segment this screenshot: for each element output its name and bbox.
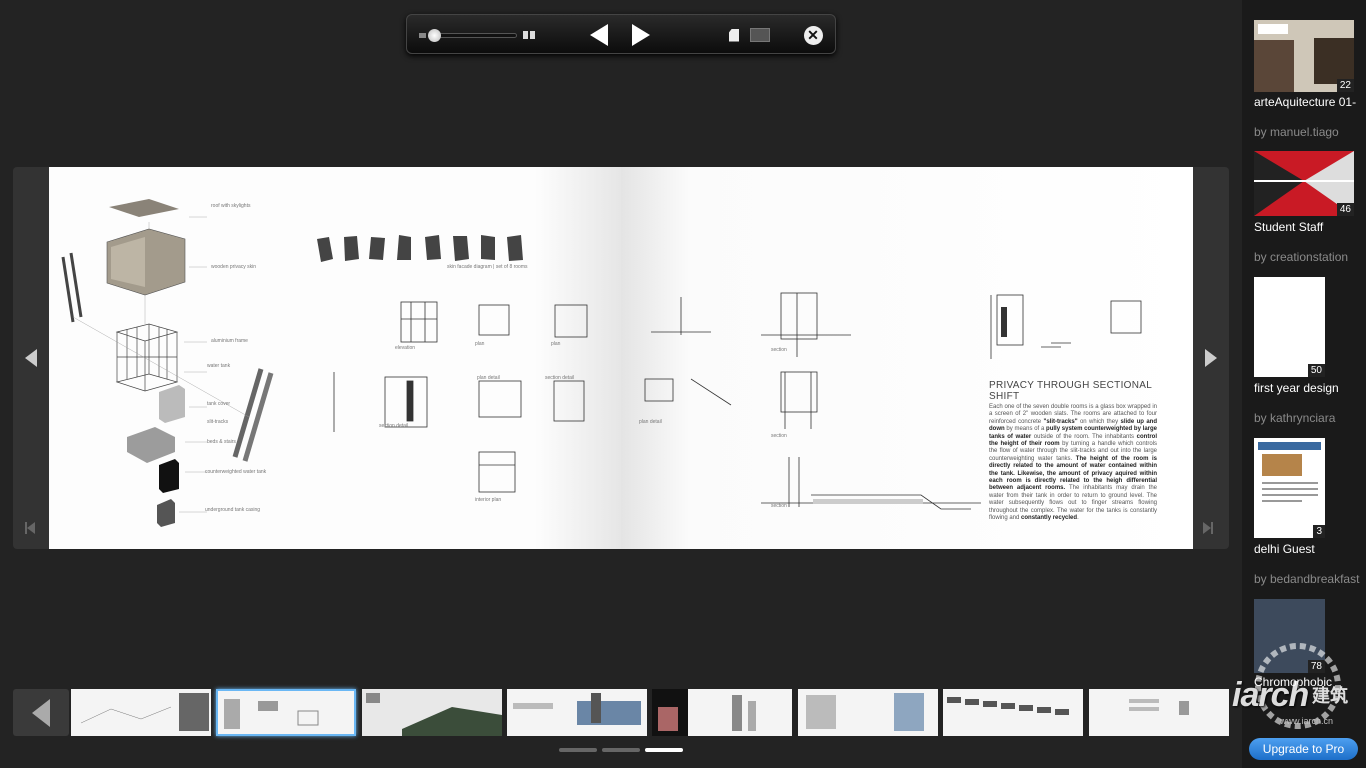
left-label: interior plan [475,497,502,503]
left-label: tank cover [207,401,231,407]
page-count-badge: 46 [1336,203,1354,216]
page-thumbnail[interactable] [507,689,647,736]
article-text-run: . [1077,515,1079,522]
exploded-axonometric-drawing [61,199,588,527]
left-label: elevation [395,345,416,351]
right-label: section [771,433,787,439]
upgrade-to-pro-button[interactable]: Upgrade to Pro [1249,738,1358,760]
page-thumbnail[interactable] [652,689,792,736]
last-page-icon [1211,522,1213,534]
related-thumbnail[interactable]: 50 [1254,277,1325,377]
left-label: plan [475,341,485,347]
left-label: beds & stairs [207,439,236,445]
related-title[interactable]: arteAquitecture 01- [1254,95,1356,109]
related-title[interactable]: Student Staff [1254,220,1323,234]
page-thumbnail-selected[interactable] [216,689,356,736]
related-author[interactable]: by bedandbreakfast [1254,572,1359,586]
article-text-run: on which they [1077,418,1121,425]
page-thumbnail[interactable] [1089,689,1229,736]
left-label: slit-tracks [207,419,229,425]
page-count-badge: 3 [1313,525,1325,538]
triangle-right-icon [632,24,650,46]
two-page-spread-icon [750,28,770,42]
page-thumbnail[interactable] [362,689,502,736]
left-label: underground tank casing [205,507,261,513]
single-page-icon [729,28,739,42]
related-thumbnail[interactable]: 78 [1254,599,1325,673]
article-body: Each one of the seven double rooms is a … [989,404,1157,523]
left-label: plan [551,341,561,347]
last-page-button[interactable] [1203,521,1217,535]
zoom-out-icon[interactable] [417,15,427,55]
article-text-run: constantly recycled [1021,515,1078,522]
page-thumbnail[interactable] [798,689,938,736]
related-author[interactable]: by creationstation [1254,250,1348,264]
related-publications-sidebar: 22 arteAquitecture 01- by manuel.tiago 4… [1242,0,1366,768]
right-page[interactable]: section plan detail section section PRIV… [621,167,1193,549]
close-button[interactable]: ✕ [803,15,823,55]
related-author[interactable]: by manuel.tiago [1254,125,1339,139]
previous-page-button[interactable] [587,15,611,55]
left-label: wooden privacy skin [211,264,257,270]
zoom-in-icon[interactable] [521,15,537,55]
pager-dot[interactable] [559,748,597,752]
related-thumbnail[interactable]: 3 [1254,438,1325,538]
next-page-button[interactable] [629,15,653,55]
right-label: plan detail [639,419,662,425]
related-title[interactable]: delhi Guest [1254,542,1315,556]
book-viewer: roof with skylights wooden privacy skin … [13,167,1229,549]
zoom-slider-handle[interactable] [428,29,441,42]
arrow-left-icon [25,349,37,367]
page-count-badge: 78 [1307,660,1325,673]
left-label: plan detail [477,375,500,381]
first-page-button[interactable] [25,521,39,535]
left-label: aluminium frame [211,338,248,344]
left-label: counterweighted water tank [205,469,267,475]
viewer-toolbar: ✕ [406,14,836,54]
left-label: skin facade diagram | set of 8 rooms [447,264,528,270]
arrow-right-icon [1205,349,1217,367]
close-circle-icon: ✕ [803,25,823,45]
article-text-block: PRIVACY THROUGH SECTIONAL SHIFT Each one… [989,380,1157,523]
strip-prev-button[interactable] [13,689,69,736]
spread-view-button[interactable] [749,15,771,55]
article-text-run: "slit-tracks" [1043,418,1078,425]
left-page[interactable]: roof with skylights wooden privacy skin … [49,167,621,549]
related-thumbnail[interactable]: 46 [1254,151,1354,216]
pager-dot[interactable] [602,748,640,752]
article-text-run: outside of the room. The inhabitants [1031,433,1137,440]
viewer-prev-button[interactable] [13,167,49,549]
article-text-run: by means of a [1004,426,1047,433]
right-label: section [771,503,787,509]
flipbook-viewer: ✕ roof with skylights wooden privacy ski… [0,0,1366,768]
arrow-left-icon [32,698,50,727]
strip-pager [559,748,683,753]
triangle-left-icon [590,24,608,46]
related-author[interactable]: by kathrynciara [1254,411,1335,425]
viewer-next-button[interactable] [1193,167,1229,549]
related-title[interactable]: Chromophobic [1254,675,1332,689]
article-title: PRIVACY THROUGH SECTIONAL SHIFT [989,380,1152,402]
right-label: section [771,347,787,353]
related-title[interactable]: first year design [1254,381,1339,395]
left-label: roof with skylights [211,203,251,209]
left-label: section detail [379,423,409,429]
related-thumbnail[interactable]: 22 [1254,20,1354,92]
left-label: water tank [207,363,231,369]
page-thumbnail[interactable] [71,689,211,736]
page-count-badge: 22 [1336,79,1354,92]
zoom-slider-track[interactable] [431,33,517,38]
page-thumbnail[interactable] [943,689,1083,736]
pager-dot-active[interactable] [645,748,683,752]
page-count-badge: 50 [1307,364,1325,377]
thumbnail-strip [13,689,1229,736]
single-page-view-button[interactable] [727,15,741,55]
left-label: section detail [545,375,575,381]
